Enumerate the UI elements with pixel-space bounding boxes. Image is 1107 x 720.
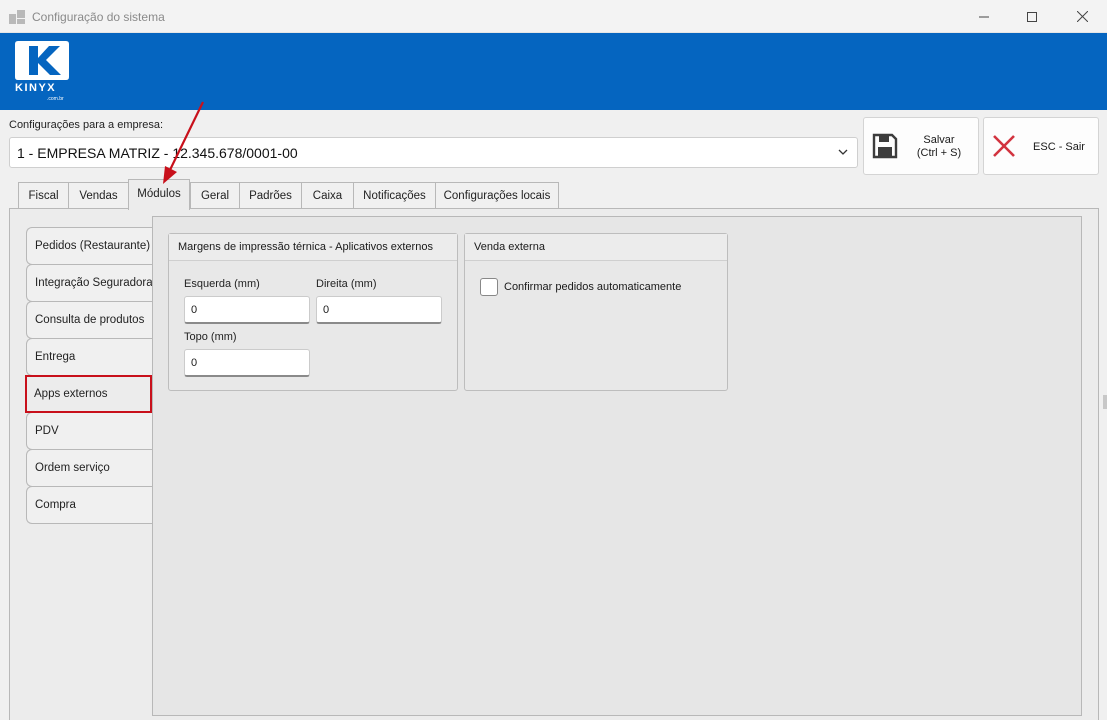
tab-fiscal[interactable]: Fiscal	[18, 182, 69, 209]
kinyx-logo: KINYX .com.br	[14, 39, 74, 103]
left-margin-label: Esquerda (mm)	[184, 278, 260, 290]
minimize-icon	[979, 16, 989, 17]
sidebar-item-compra[interactable]: Compra	[26, 486, 153, 524]
close-icon	[1076, 11, 1088, 22]
tab-padroes[interactable]: Padrões	[239, 182, 302, 209]
maximize-button[interactable]	[1008, 0, 1056, 33]
external-sale-group: Venda externa	[464, 233, 728, 391]
background-window-edge	[1103, 395, 1107, 409]
sidebar-item-integracao-seguradora[interactable]: Integração Seguradora	[26, 264, 153, 302]
left-margin-input[interactable]: 0	[184, 296, 310, 324]
logo-wordmark: KINYX	[15, 82, 57, 94]
save-button[interactable]: Salvar (Ctrl + S)	[863, 117, 979, 175]
tab-configuracoes-locais[interactable]: Configurações locais	[435, 182, 559, 209]
sidebar-item-ordem-servico[interactable]: Ordem serviço	[26, 449, 153, 487]
floppy-disk-icon	[872, 133, 898, 159]
company-select[interactable]: 1 - EMPRESA MATRIZ - 12.345.678/0001-00	[9, 137, 858, 168]
sidebar-item-pdv[interactable]: PDV	[26, 412, 153, 450]
save-shortcut: (Ctrl + S)	[916, 147, 962, 159]
confirm-orders-checkbox[interactable]	[480, 278, 498, 296]
save-label: Salvar	[923, 134, 955, 146]
sidebar-item-pedidos-restaurante[interactable]: Pedidos (Restaurante)	[26, 227, 153, 265]
external-sale-title: Venda externa	[465, 234, 727, 261]
close-x-icon	[993, 135, 1015, 157]
exit-button[interactable]: ESC - Sair	[983, 117, 1099, 175]
sidebar-item-entrega[interactable]: Entrega	[26, 338, 153, 376]
exit-label: ESC - Sair	[1033, 141, 1085, 153]
kinyx-logo-mark	[15, 41, 69, 80]
confirm-orders-label: Confirmar pedidos automaticamente	[504, 281, 682, 293]
logo-subtext: .com.br	[47, 96, 64, 102]
window-title: Configuração do sistema	[32, 10, 165, 24]
tab-notificacoes[interactable]: Notificações	[353, 182, 436, 209]
sidebar-item-apps-externos[interactable]: Apps externos	[25, 375, 152, 413]
sidebar-item-consulta-produtos[interactable]: Consulta de produtos	[26, 301, 153, 339]
close-button[interactable]	[1058, 0, 1106, 33]
app-icon	[9, 10, 25, 24]
right-margin-label: Direita (mm)	[316, 278, 377, 290]
print-margins-title: Margens de impressão térnica - Aplicativ…	[169, 234, 457, 261]
tab-vendas[interactable]: Vendas	[68, 182, 129, 209]
annotation-arrow-icon	[163, 101, 204, 184]
header-banner: KINYX .com.br	[0, 33, 1107, 110]
maximize-icon	[1027, 11, 1037, 22]
top-margin-label: Topo (mm)	[184, 331, 237, 343]
minimize-button[interactable]	[960, 0, 1008, 33]
company-label: Configurações para a empresa:	[9, 119, 164, 131]
top-margin-input[interactable]: 0	[184, 349, 310, 377]
right-margin-input[interactable]: 0	[316, 296, 442, 324]
title-bar: Configuração do sistema	[0, 0, 1107, 33]
tab-caixa[interactable]: Caixa	[301, 182, 354, 209]
chevron-down-icon	[838, 149, 848, 155]
